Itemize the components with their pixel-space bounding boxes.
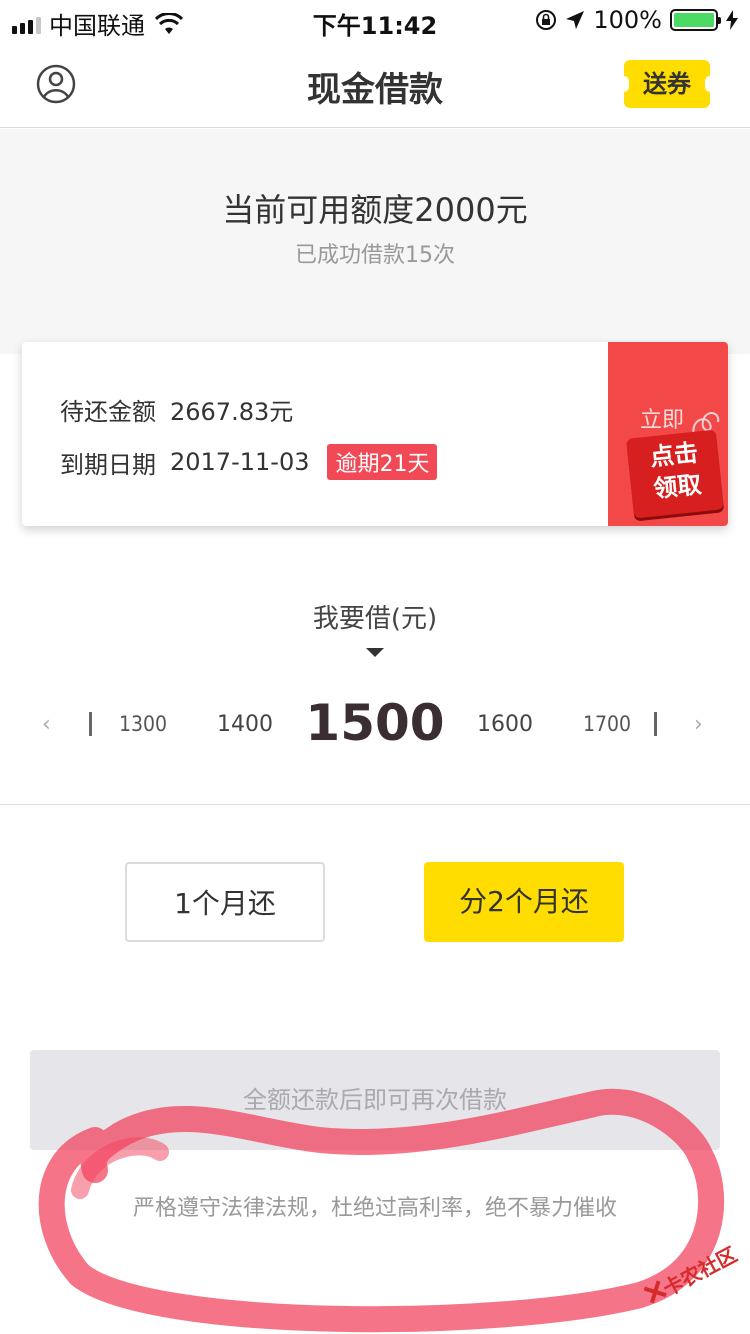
due-date-label: 到期日期 bbox=[60, 450, 156, 479]
period-2-months-button[interactable]: 分2个月还 bbox=[424, 862, 624, 942]
caret-down-icon bbox=[366, 648, 384, 657]
battery-percent: 100% bbox=[593, 6, 662, 34]
scale-tick-mark bbox=[654, 712, 657, 736]
section-divider bbox=[0, 804, 750, 805]
due-amount-label: 待还金额 bbox=[60, 398, 156, 426]
due-amount-value: 2667.83元 bbox=[170, 398, 294, 426]
amount-option[interactable]: 1400 bbox=[210, 712, 280, 737]
amount-selected[interactable]: 1500 bbox=[295, 694, 455, 752]
charging-icon bbox=[726, 10, 738, 30]
chevron-right-icon[interactable]: › bbox=[694, 712, 703, 737]
signal-icon bbox=[12, 14, 41, 34]
footer-note: 严格遵守法律法规，杜绝过高利率，绝不暴力催收 bbox=[132, 1196, 617, 1221]
amount-option[interactable]: 1700 bbox=[580, 712, 634, 736]
location-icon bbox=[566, 11, 585, 29]
due-date-row: 到期日期 2017-11-03 逾期21天 bbox=[60, 444, 438, 480]
submit-button[interactable]: 全额还款后即可再次借款 bbox=[30, 1050, 720, 1150]
carrier-name: 中国联通 bbox=[49, 12, 145, 40]
gift-box-icon: 点击 领取 bbox=[626, 429, 724, 519]
period-1-month-button[interactable]: 1个月还 bbox=[125, 862, 325, 942]
promo-line-2: 领取 bbox=[652, 470, 703, 504]
due-amount-row: 待还金额 2667.83元 bbox=[60, 392, 311, 427]
watermark-text: 卡农社区 bbox=[658, 1242, 741, 1301]
rotation-lock-icon bbox=[536, 10, 557, 30]
borrow-label: 我要借(元) bbox=[312, 604, 438, 634]
scale-tick-mark bbox=[89, 712, 92, 736]
nav-bar: 现金借款 送券 bbox=[0, 40, 750, 128]
watermark: 卡农社区 bbox=[635, 1225, 750, 1321]
due-date-value: 2017-11-03 bbox=[170, 448, 310, 476]
status-left: 中国联通 bbox=[12, 6, 183, 41]
coupon-button[interactable]: 送券 bbox=[619, 60, 715, 108]
battery-icon bbox=[670, 9, 721, 31]
promo-banner[interactable]: 立即 点击 领取 bbox=[608, 342, 728, 526]
wifi-icon bbox=[155, 12, 183, 34]
overdue-badge: 逾期21天 bbox=[327, 444, 438, 480]
amount-option[interactable]: 1600 bbox=[470, 712, 540, 737]
loan-count: 已成功借款15次 bbox=[295, 243, 455, 268]
available-quota: 当前可用额度2000元 bbox=[222, 191, 528, 229]
chevron-left-icon[interactable]: ‹ bbox=[42, 712, 51, 737]
credit-summary: 当前可用额度2000元 已成功借款15次 bbox=[0, 129, 750, 354]
repayment-card[interactable]: 待还金额 2667.83元 到期日期 2017-11-03 逾期21天 立即 点… bbox=[22, 342, 728, 526]
promo-top-text: 立即 bbox=[640, 408, 685, 433]
status-right: 100% bbox=[535, 6, 738, 34]
amount-option[interactable]: 1300 bbox=[116, 712, 170, 736]
status-bar: 中国联通 下午11:42 100% bbox=[0, 0, 750, 40]
